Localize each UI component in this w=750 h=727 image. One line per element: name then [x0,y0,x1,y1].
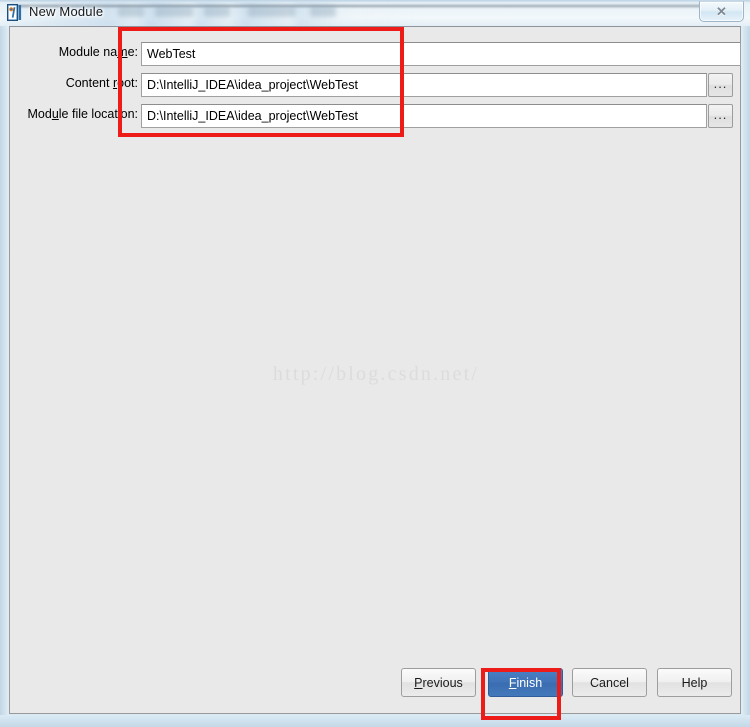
content-root-input[interactable]: D:\IntelliJ_IDEA\idea_project\WebTest [141,73,707,97]
content-root-browse-button[interactable]: ... [708,73,733,97]
module-file-location-input[interactable]: D:\IntelliJ_IDEA\idea_project\WebTest [141,104,707,128]
background-menu-ghost [248,6,296,17]
intellij-idea-icon [7,4,22,21]
label-module-file-location: Module file location: [27,107,139,121]
watermark-text: http://blog.csdn.net/ [272,363,480,385]
module-name-input[interactable]: WebTest [141,42,741,66]
help-button[interactable]: Help [657,668,732,697]
window-frame-bottom [0,715,750,727]
dialog-content: Module name: WebTest Content root: D:\In… [9,26,741,714]
background-menu-ghost [310,6,336,17]
form-row-content-root: Content root: [10,73,138,97]
close-icon: ✕ [716,4,727,19]
form-row-module-name: Module name: [10,42,138,66]
window-title: New Module [29,4,104,19]
previous-button[interactable]: Previous [401,668,476,697]
titlebar[interactable]: New Module ✕ [0,0,750,28]
window-frame-left [0,26,9,716]
form-row-module-file-location: Module file location: [10,104,139,128]
new-module-dialog-window: New Module ✕ Module name: WebTest Conten… [0,0,750,727]
background-menu-ghost [155,6,193,17]
label-module-name: Module name: [58,45,138,59]
close-button[interactable]: ✕ [699,1,744,22]
cancel-button[interactable]: Cancel [572,668,647,697]
module-file-location-browse-button[interactable]: ... [708,104,733,128]
label-content-root: Content root: [65,76,138,90]
background-menu-ghost [204,6,230,17]
window-frame-right [741,26,750,716]
finish-button[interactable]: Finish [488,668,563,697]
background-menu-ghost [118,6,144,17]
